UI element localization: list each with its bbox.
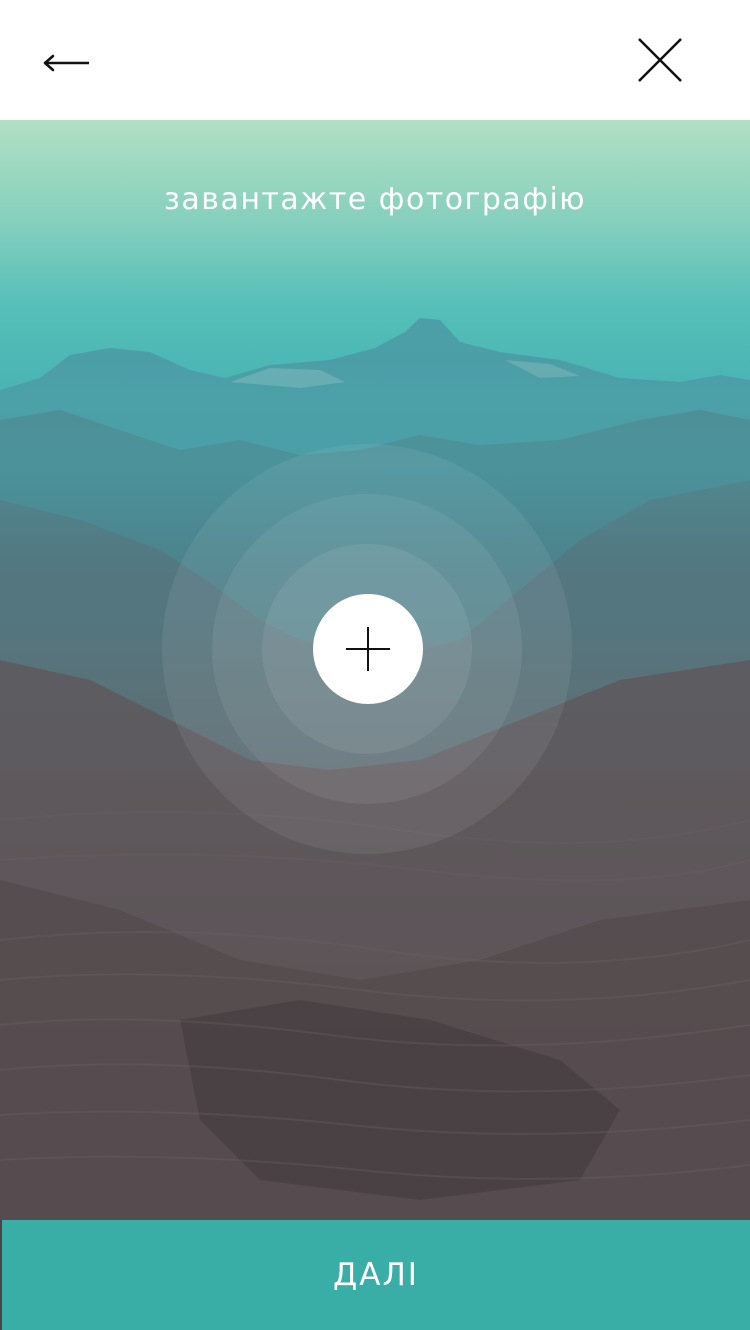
plus-icon	[346, 627, 390, 671]
close-icon	[638, 38, 682, 82]
arrow-left-icon	[43, 54, 89, 72]
upload-title: завантажте фотографію	[163, 182, 587, 217]
top-bar	[0, 0, 750, 120]
background-photo: завантажте фотографію	[0, 120, 750, 1220]
back-button[interactable]	[30, 30, 106, 96]
close-button[interactable]	[622, 22, 698, 98]
add-photo-button[interactable]	[313, 594, 423, 704]
next-button[interactable]: ДАЛІ	[2, 1220, 750, 1330]
next-button-label: ДАЛІ	[333, 1257, 419, 1293]
upload-photo-screen: завантажте фотографію ДАЛІ	[0, 0, 750, 1330]
